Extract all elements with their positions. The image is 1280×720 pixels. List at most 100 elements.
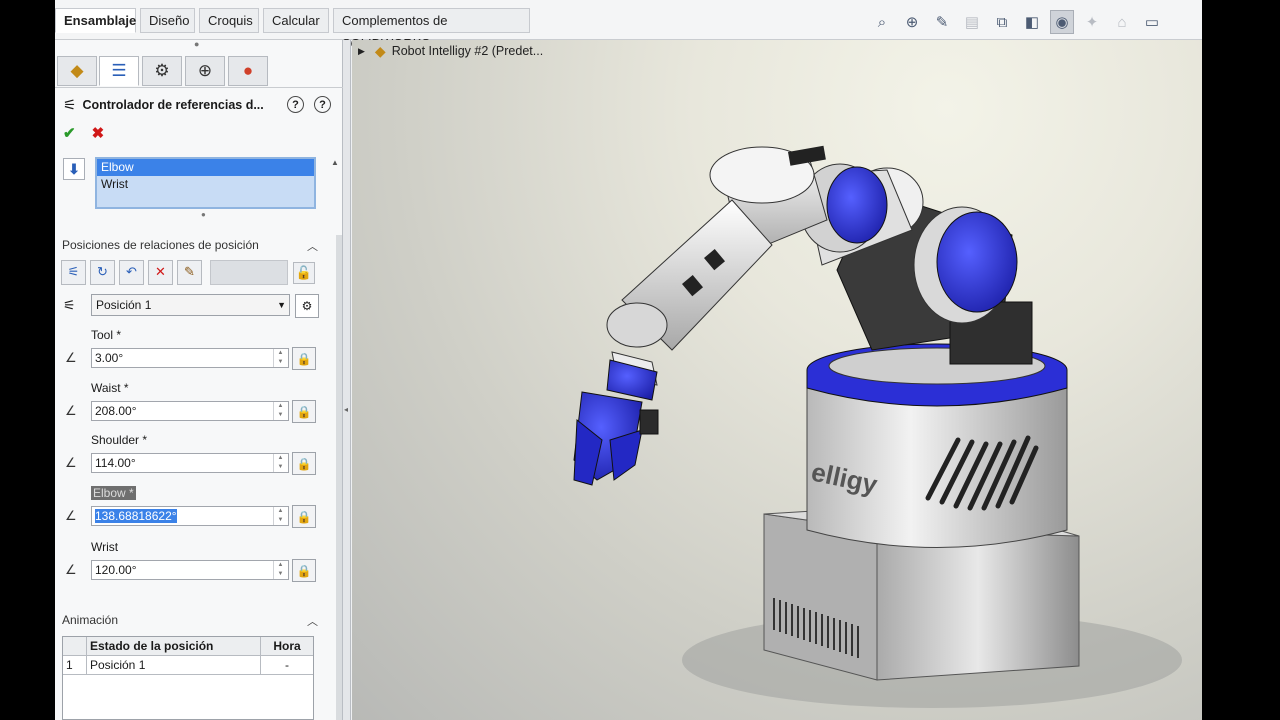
zoom-area-icon[interactable]: ⊕	[900, 10, 924, 34]
mate-controller-icon: ⚟	[63, 97, 77, 114]
spinner-arrows-icon[interactable]: ▲ ▼	[273, 349, 287, 367]
dimxpert-icon[interactable]: ⊕	[185, 56, 225, 86]
field-wrist: Wrist ∠ 120.00° ▲ ▼ 🔒	[63, 540, 323, 590]
collapse-positions-icon[interactable]: ︿	[307, 238, 318, 254]
animation-table: Estado de la posición Hora 1 Posición 1 …	[62, 636, 314, 720]
panel-splitter[interactable]	[343, 40, 351, 720]
add-position-icon[interactable]: ⚟	[61, 259, 86, 285]
elbow-angle-input[interactable]: 138.68818622°	[91, 506, 289, 526]
apply-scene-icon[interactable]: ⌂	[1110, 10, 1134, 34]
field-elbow: Elbow * ∠ 138.68818622° ▲ ▼ 🔒	[63, 486, 323, 536]
angle-icon: ∠	[65, 508, 77, 523]
splitter-grip-icon[interactable]: ◂	[344, 405, 348, 414]
rename-position-icon[interactable]: ✎	[177, 259, 202, 285]
angle-icon: ∠	[65, 562, 77, 577]
lock-icon[interactable]: 🔒	[292, 505, 316, 528]
propertymanager-icon[interactable]: ☰	[99, 56, 139, 86]
table-row[interactable]: 1 Posición 1 -	[63, 656, 313, 675]
tab-ensamblaje[interactable]: Ensamblaje	[55, 8, 136, 33]
manager-tabs: ◆ ☰ ⚙ ⊕ ●	[55, 54, 343, 88]
table-cell: -	[285, 658, 289, 672]
configurationmanager-icon[interactable]: ⚙	[142, 56, 182, 86]
angle-icon: ∠	[65, 403, 77, 418]
previous-view-icon[interactable]: ✎	[930, 10, 954, 34]
tab-diseno[interactable]: Diseño	[140, 8, 195, 33]
animation-section-title: Animación	[62, 613, 119, 627]
spinner-arrows-icon[interactable]: ▲ ▼	[273, 454, 287, 472]
spinner-arrows-icon[interactable]: ▲ ▼	[273, 561, 287, 579]
angle-icon: ∠	[65, 350, 77, 365]
list-item-elbow[interactable]: Elbow	[97, 159, 314, 176]
unlock-all-icon[interactable]: 🔓	[293, 262, 315, 284]
shoulder-angle-input[interactable]: 114.00°	[91, 453, 289, 473]
robot-arm-model[interactable]: elligy	[352, 40, 1202, 720]
table-header: Hora	[261, 637, 313, 655]
base-cylinder: elligy	[806, 343, 1068, 548]
move-down-arrow-icon[interactable]: ⬇	[63, 158, 85, 180]
lock-icon[interactable]: 🔒	[292, 347, 316, 370]
heads-up-toolbar: ⌕ ⊕ ✎ ▤ ⧉ ◧ ◉ ✦ ⌂ ▭	[870, 10, 1164, 34]
field-label: Elbow *	[91, 486, 136, 500]
wrist-angle-input[interactable]: 120.00°	[91, 560, 289, 580]
list-scroll-up-icon[interactable]: ▲	[331, 158, 339, 167]
section-view-icon[interactable]: ▤	[960, 10, 984, 34]
featuremanager-icon[interactable]: ◆	[57, 56, 97, 86]
solidworks-window: Ensamblaje Diseño Croquis Calcular Compl…	[55, 0, 1202, 720]
position-dropdown[interactable]: Posición 1 ▼	[91, 294, 290, 316]
tab-calcular[interactable]: Calcular	[263, 8, 329, 33]
view-settings-icon[interactable]: ▭	[1140, 10, 1164, 34]
hide-show-icon[interactable]: ◉	[1050, 10, 1074, 34]
shoulder-assembly	[799, 163, 1033, 365]
forearm	[606, 199, 773, 351]
property-manager-panel: ● ◆ ☰ ⚙ ⊕ ● ⚟ Controlador de referencias…	[55, 39, 343, 720]
ok-cancel-row: ✔ ✖	[63, 124, 104, 142]
property-manager-header: ⚟ Controlador de referencias d... ? ?	[63, 94, 338, 116]
table-header: Estado de la posición	[87, 637, 261, 655]
tab-croquis[interactable]: Croquis	[199, 8, 259, 33]
lock-icon[interactable]: 🔒	[292, 400, 316, 423]
zoom-fit-icon[interactable]: ⌕	[870, 10, 894, 34]
undo-position-icon[interactable]: ↶	[119, 259, 144, 285]
position-name-box	[210, 259, 288, 285]
tab-complementos[interactable]: Complementos de SOLIDWORKS	[333, 8, 530, 51]
display-style-icon[interactable]: ◧	[1020, 10, 1044, 34]
help-tips-icon[interactable]: ?	[287, 96, 304, 113]
list-resize-grip-icon[interactable]: ●	[201, 210, 206, 219]
page-title: Controlador de referencias d...	[82, 98, 264, 112]
field-label: Wrist	[91, 540, 119, 554]
chevron-down-icon: ▼	[277, 300, 286, 310]
position-config-icon[interactable]: ⚙	[295, 294, 319, 318]
table-cell: 1	[63, 656, 87, 674]
mate-controller-small-icon: ⚟	[63, 297, 76, 313]
collapse-animation-icon[interactable]: ︿	[307, 613, 318, 629]
help-icon[interactable]: ?	[314, 96, 331, 113]
field-tool: Tool * ∠ 3.00° ▲ ▼ 🔒	[63, 328, 323, 378]
ok-check-icon[interactable]: ✔	[63, 124, 76, 142]
command-manager-tabs: Ensamblaje Diseño Croquis Calcular Compl…	[55, 0, 1202, 51]
mate-selection-list[interactable]: Elbow Wrist	[95, 157, 316, 209]
panel-grip-icon[interactable]: ●	[194, 39, 199, 49]
gripper	[573, 351, 659, 486]
displaymanager-icon[interactable]: ●	[228, 56, 268, 86]
tool-angle-input[interactable]: 3.00°	[91, 348, 289, 368]
delete-position-icon[interactable]: ✕	[148, 259, 173, 285]
field-label: Shoulder *	[91, 433, 148, 447]
positions-toolbar: ⚟ ↻ ↶ ✕ ✎	[61, 258, 319, 286]
list-item-wrist[interactable]: Wrist	[97, 176, 314, 193]
waist-angle-input[interactable]: 208.00°	[91, 401, 289, 421]
spinner-arrows-icon[interactable]: ▲ ▼	[273, 402, 287, 420]
field-waist: Waist * ∠ 208.00° ▲ ▼ 🔒	[63, 381, 323, 431]
table-header-row: Estado de la posición Hora	[63, 637, 313, 656]
graphics-viewport[interactable]: ▶ ◆ Robot Intelligy #2 (Predet... elligy	[352, 40, 1202, 720]
field-label: Waist *	[91, 381, 129, 395]
update-position-icon[interactable]: ↻	[90, 259, 115, 285]
angle-icon: ∠	[65, 455, 77, 470]
cancel-x-icon[interactable]: ✖	[92, 124, 105, 142]
spinner-arrows-icon[interactable]: ▲ ▼	[273, 507, 287, 525]
lock-icon[interactable]: 🔒	[292, 559, 316, 582]
edit-appearance-icon[interactable]: ✦	[1080, 10, 1104, 34]
view-orientation-icon[interactable]: ⧉	[990, 10, 1014, 34]
panel-scrollbar[interactable]	[336, 235, 342, 720]
positions-section-title: Posiciones de relaciones de posición	[62, 238, 259, 252]
lock-icon[interactable]: 🔒	[292, 452, 316, 475]
